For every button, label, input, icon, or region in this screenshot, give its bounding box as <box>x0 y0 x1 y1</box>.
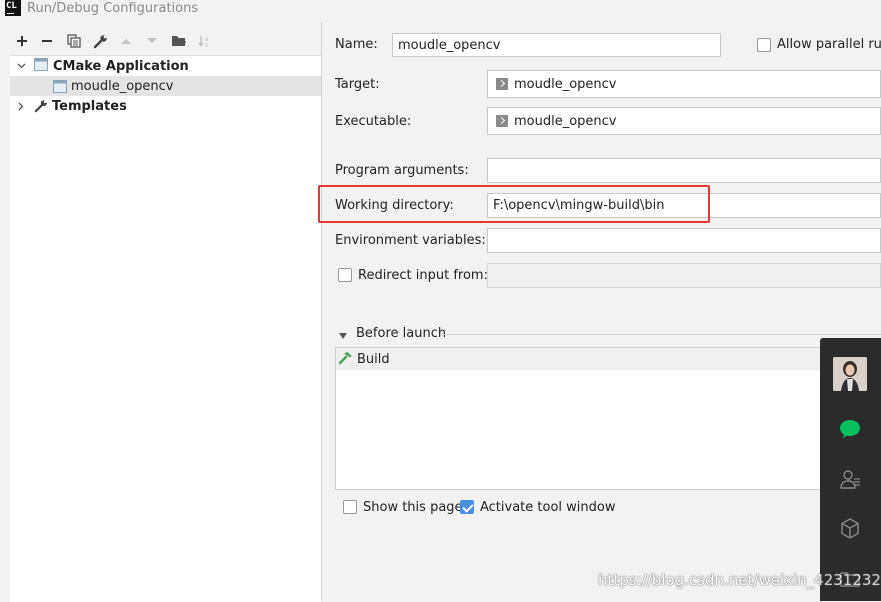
name-label: Name: <box>335 37 378 52</box>
tree-node-label: CMake Application <box>53 58 189 74</box>
clion-app-icon: CL <box>5 0 21 16</box>
tree-node-templates[interactable]: Templates <box>10 96 127 116</box>
tree-node-moudle-opencv[interactable]: moudle_opencv <box>10 76 321 96</box>
redirect-input-checkbox[interactable] <box>338 268 352 282</box>
activate-tool-window-checkbox[interactable] <box>460 500 474 514</box>
red-highlight-box <box>318 185 710 223</box>
executable-icon <box>496 78 508 90</box>
chat-icon[interactable] <box>839 419 861 443</box>
before-launch-title: Before launch <box>356 326 447 341</box>
tree-node-label: moudle_opencv <box>71 78 174 94</box>
before-launch-item-label: Build <box>357 352 390 367</box>
target-label: Target: <box>335 77 380 92</box>
window-title: Run/Debug Configurations <box>27 1 199 16</box>
panel-splitter[interactable] <box>321 22 322 601</box>
svg-text:z: z <box>205 42 208 48</box>
executable-value: moudle_opencv <box>514 113 617 129</box>
redirect-input-label: Redirect input from: <box>358 268 488 283</box>
configuration-tree: CMake Application moudle_opencv Template… <box>10 55 321 602</box>
environment-variables-input[interactable] <box>487 228 881 253</box>
hammer-icon <box>338 351 353 369</box>
sort-icon[interactable]: az <box>196 32 214 50</box>
activate-tool-window-label: Activate tool window <box>480 500 616 515</box>
allow-parallel-checkbox[interactable] <box>757 38 771 52</box>
redirect-input-field <box>487 263 881 288</box>
move-up-icon[interactable] <box>117 32 135 50</box>
wrench-icon <box>34 99 48 113</box>
cmake-target-icon <box>53 79 67 93</box>
tree-node-cmake-application[interactable]: CMake Application <box>10 56 189 76</box>
show-this-page-checkbox[interactable] <box>343 500 357 514</box>
chevron-right-icon[interactable] <box>14 99 28 113</box>
cube-icon[interactable] <box>840 518 860 544</box>
watermark-text: https://blog.csdn.net/weixin_42312323 <box>598 571 881 589</box>
executable-combobox[interactable]: moudle_opencv <box>487 107 881 135</box>
avatar[interactable] <box>833 357 867 391</box>
show-this-page-label: Show this page <box>363 500 463 515</box>
environment-variables-label: Environment variables: <box>335 233 486 248</box>
wrench-icon[interactable] <box>91 32 109 50</box>
target-value: moudle_opencv <box>514 76 617 92</box>
folder-icon[interactable] <box>170 32 188 50</box>
allow-parallel-label: Allow parallel run <box>777 37 881 52</box>
contacts-icon[interactable] <box>839 469 861 493</box>
executable-label: Executable: <box>335 114 412 129</box>
tree-node-label: Templates <box>52 98 127 114</box>
before-launch-divider <box>443 334 881 335</box>
remove-icon[interactable] <box>38 32 56 50</box>
target-combobox[interactable]: moudle_opencv <box>487 70 881 98</box>
collapse-triangle-icon[interactable] <box>338 329 348 344</box>
add-icon[interactable] <box>13 32 31 50</box>
executable-icon <box>496 115 508 127</box>
name-input[interactable]: moudle_opencv <box>392 33 721 57</box>
program-arguments-input[interactable] <box>487 158 881 183</box>
copy-icon[interactable] <box>65 32 83 50</box>
chevron-down-icon[interactable] <box>14 59 28 73</box>
move-down-icon[interactable] <box>143 32 161 50</box>
list-item[interactable] <box>336 348 881 370</box>
cmake-config-icon <box>34 57 48 75</box>
program-arguments-label: Program arguments: <box>335 163 469 178</box>
